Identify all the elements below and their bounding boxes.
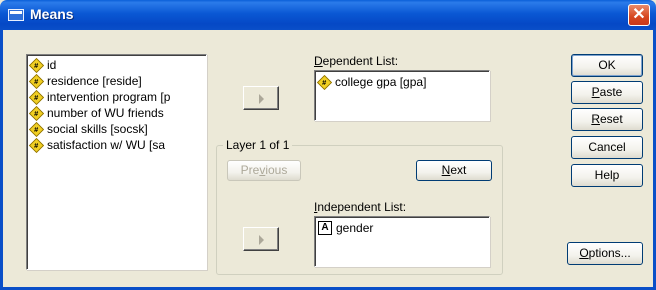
scale-variable-icon <box>316 74 333 90</box>
independent-list[interactable]: A gender <box>314 216 490 267</box>
list-item[interactable]: college gpa [gpa] <box>315 74 489 90</box>
independent-list-label: Independent List: <box>314 200 407 214</box>
variable-label: social skills [socsk] <box>47 122 148 136</box>
layer-legend: Layer 1 of 1 <box>223 138 293 152</box>
paste-button[interactable]: Paste <box>571 81 643 104</box>
variable-label: gender <box>336 221 374 235</box>
list-item[interactable]: residence [reside] <box>27 73 206 89</box>
title-bar[interactable]: Means ✕ <box>0 0 656 30</box>
close-icon: ✕ <box>632 6 646 23</box>
list-item[interactable]: id <box>27 57 206 73</box>
ok-button[interactable]: OK <box>571 54 643 77</box>
previous-button[interactable]: Previous <box>227 160 301 181</box>
scale-variable-icon <box>28 73 45 89</box>
list-item[interactable]: intervention program [p <box>27 89 206 105</box>
list-item[interactable]: social skills [socsk] <box>27 121 206 137</box>
window-title: Means <box>30 6 74 22</box>
help-button[interactable]: Help <box>571 164 643 187</box>
options-button[interactable]: Options... <box>567 242 643 265</box>
variable-label: college gpa [gpa] <box>335 75 427 89</box>
dependent-list-label: Dependent List: <box>314 54 399 68</box>
variable-label: intervention program [p <box>47 90 171 104</box>
variable-label: satisfaction w/ WU [sa <box>47 138 166 152</box>
source-variable-list[interactable]: id residence [reside] intervention progr… <box>26 54 207 270</box>
nominal-variable-icon: A <box>318 221 332 235</box>
window-icon <box>8 9 24 21</box>
scale-variable-icon <box>28 57 45 73</box>
dependent-list[interactable]: college gpa [gpa] <box>314 70 490 121</box>
move-to-dependent-button[interactable] <box>243 86 279 110</box>
reset-button[interactable]: Reset <box>571 108 643 131</box>
variable-label: residence [reside] <box>47 74 142 88</box>
scale-variable-icon <box>28 105 45 121</box>
list-item[interactable]: A gender <box>315 220 489 236</box>
scale-variable-icon <box>28 121 45 137</box>
move-to-independent-button[interactable] <box>243 227 279 251</box>
variable-label: id <box>47 58 57 72</box>
list-item[interactable]: satisfaction w/ WU [sa <box>27 137 206 153</box>
close-button[interactable]: ✕ <box>628 4 650 26</box>
dialog-body: id residence [reside] intervention progr… <box>0 30 656 290</box>
scale-variable-icon <box>28 89 45 105</box>
variable-label: number of WU friends <box>47 106 164 120</box>
cancel-button[interactable]: Cancel <box>571 136 643 159</box>
right-arrow-icon <box>259 94 264 104</box>
right-arrow-icon <box>259 235 264 245</box>
scale-variable-icon <box>28 137 45 153</box>
list-item[interactable]: number of WU friends <box>27 105 206 121</box>
next-button[interactable]: Next <box>416 160 492 181</box>
